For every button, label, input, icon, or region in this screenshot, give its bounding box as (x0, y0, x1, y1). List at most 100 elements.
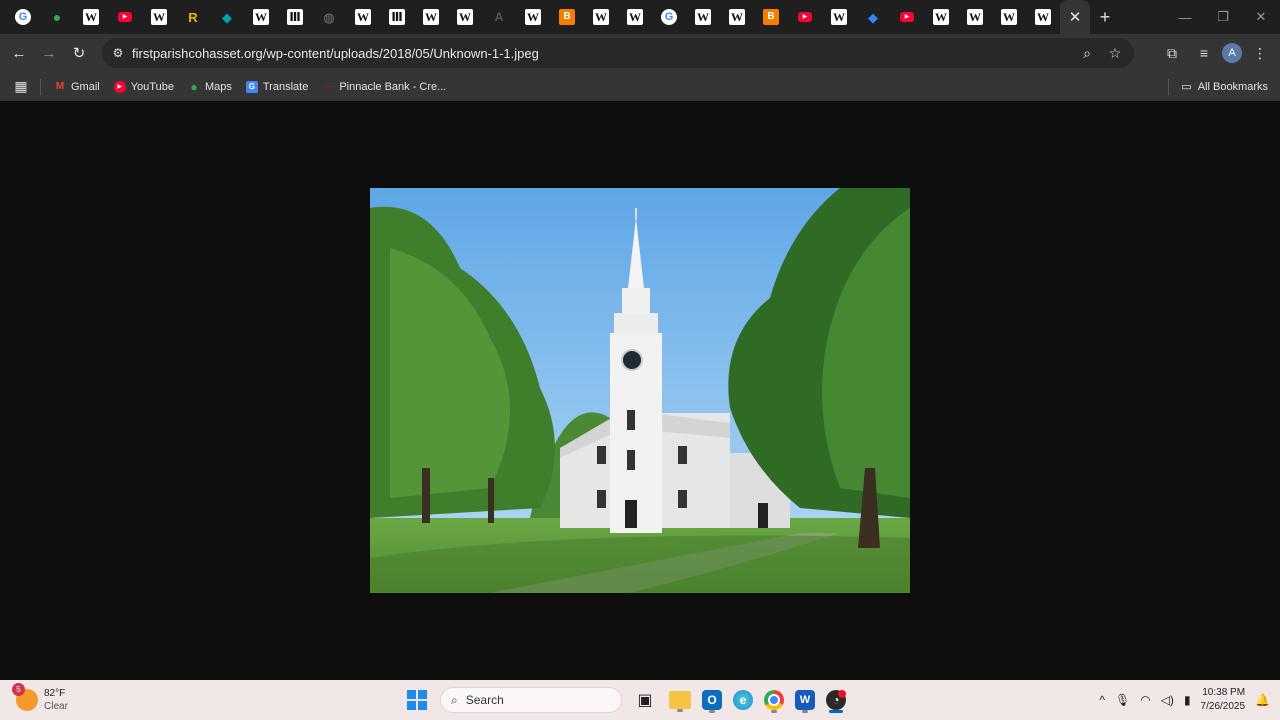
wikipedia-icon: W (729, 9, 745, 25)
tab[interactable]: G (6, 0, 40, 34)
chrome-icon[interactable] (764, 690, 784, 713)
bluesky-icon: ◆ (868, 9, 878, 25)
tab[interactable]: ◍ (312, 0, 346, 34)
bookmark-item[interactable]: G Translate (239, 75, 315, 99)
start-button[interactable] (404, 687, 430, 713)
maps-pin-icon: ● (52, 9, 62, 25)
edge-icon[interactable]: e (733, 690, 753, 710)
tab[interactable]: Ⅲ (380, 0, 414, 34)
search-label: Search (465, 693, 504, 707)
all-bookmarks-button[interactable]: ▭ All Bookmarks (1168, 72, 1268, 101)
volume-icon[interactable]: ◁) (1161, 693, 1174, 707)
weather-widget[interactable]: 5 82°F Clear (12, 683, 68, 716)
wikipedia-icon: W (831, 9, 847, 25)
zoom-icon[interactable]: ⌕ (1076, 42, 1098, 64)
tab[interactable]: R (176, 0, 210, 34)
bookmark-star-icon[interactable]: ☆ (1104, 42, 1126, 64)
tab[interactable]: ▶ (788, 0, 822, 34)
word-icon[interactable]: W (795, 690, 815, 713)
tab[interactable]: W (618, 0, 652, 34)
taskbar-search[interactable]: ⌕ Search (440, 687, 622, 713)
tab[interactable]: W (584, 0, 618, 34)
tab[interactable]: W (958, 0, 992, 34)
bookmark-item[interactable]: ● Maps (181, 75, 239, 99)
battery-icon[interactable]: ▮ (1184, 693, 1191, 707)
tab[interactable]: W (516, 0, 550, 34)
tab[interactable]: ▶ (890, 0, 924, 34)
tab[interactable]: A (482, 0, 516, 34)
tab[interactable]: G (652, 0, 686, 34)
wikipedia-icon: W (423, 9, 439, 25)
tab[interactable]: W (720, 0, 754, 34)
bookmark-item[interactable]: — Pinnacle Bank - Cre... (315, 75, 453, 99)
apps-grid-icon[interactable]: ▦ (6, 75, 36, 99)
browser-window: G ● W ▶ W R ◆ W Ⅲ ◍ W Ⅲ W W A W B W W G W W B ▶ W ◆ ▶ W W W W ✕ + — ❐ … (0, 0, 1280, 720)
tab[interactable]: ◆ (210, 0, 244, 34)
task-view-icon[interactable]: ▣ (632, 687, 658, 713)
site-info-icon[interactable]: ⚙ (106, 41, 130, 65)
clock[interactable]: 10:38 PM 7/26/2025 (1201, 686, 1246, 714)
wifi-icon[interactable]: ◠ (1140, 693, 1150, 707)
windows-logo-pane (418, 690, 427, 699)
window (597, 446, 606, 464)
new-tab-button[interactable]: + (1090, 0, 1120, 34)
window (597, 490, 606, 508)
tab[interactable]: W (74, 0, 108, 34)
youtube-icon: ▶ (798, 12, 812, 22)
tab[interactable]: B (550, 0, 584, 34)
windows-logo-pane (407, 690, 416, 699)
tab[interactable]: W (822, 0, 856, 34)
menu-icon[interactable]: ⋮ (1246, 39, 1274, 67)
window-controls: — ❐ ✕ (1166, 0, 1280, 34)
wikipedia-icon: W (457, 9, 473, 25)
microphone-icon[interactable]: 🎙 (1115, 693, 1130, 707)
bookmark-label: Translate (262, 80, 309, 93)
wikipedia-icon: W (933, 9, 949, 25)
museum-icon: Ⅲ (389, 9, 405, 25)
tab[interactable]: W (414, 0, 448, 34)
notifications-icon[interactable]: 🔔 (1255, 693, 1270, 707)
bookmark-item[interactable]: ▶ YouTube (107, 75, 181, 99)
tab[interactable]: W (244, 0, 278, 34)
tab[interactable]: W (142, 0, 176, 34)
clock-time: 10:38 PM (1202, 687, 1246, 698)
tab-search-icon[interactable]: ⧉ (1158, 39, 1186, 67)
outlook-icon[interactable]: O (702, 690, 722, 713)
back-button[interactable]: ← (4, 38, 34, 68)
tab[interactable]: W (448, 0, 482, 34)
tab[interactable]: W (1026, 0, 1060, 34)
wikipedia-icon: W (83, 9, 99, 25)
reload-button[interactable]: ↻ (64, 38, 94, 68)
tab[interactable]: W (346, 0, 380, 34)
tab[interactable]: ◆ (856, 0, 890, 34)
tab[interactable]: W (686, 0, 720, 34)
taskbar: 5 82°F Clear ⌕ Search ▣ Oe W ◔ ^ 🎙 ◠ ◁) ▮ (0, 680, 1280, 720)
minimize-button[interactable]: — (1166, 0, 1204, 34)
edge-glyph: e (739, 693, 747, 707)
close-tab-icon[interactable]: ✕ (1069, 8, 1082, 26)
tab[interactable]: ● (40, 0, 74, 34)
tab[interactable]: W (992, 0, 1026, 34)
wikipedia-icon: W (151, 9, 167, 25)
show-hidden-icons-chevron-icon[interactable]: ^ (1099, 693, 1105, 707)
image-viewer (0, 101, 1280, 680)
close-window-button[interactable]: ✕ (1242, 0, 1280, 34)
bookmark-item[interactable]: M Gmail (47, 75, 107, 99)
app-icon[interactable]: ◔ (826, 690, 846, 713)
tab[interactable]: Ⅲ (278, 0, 312, 34)
tab[interactable]: W (924, 0, 958, 34)
restore-button[interactable]: ❐ (1204, 0, 1242, 34)
active-tab[interactable]: ✕ (1060, 0, 1090, 34)
media-controls-icon[interactable]: ≡ (1190, 39, 1218, 67)
url-text[interactable]: firstparishcohasset.org/wp-content/uploa… (132, 46, 539, 61)
tree-trunk (422, 468, 430, 523)
forward-button[interactable]: → (34, 38, 64, 68)
profile-avatar[interactable]: A (1222, 43, 1242, 63)
address-bar[interactable]: ⚙ firstparishcohasset.org/wp-content/upl… (102, 38, 1134, 68)
address-bar-actions: ⌕ ☆ (1076, 38, 1126, 68)
tab[interactable]: ▶ (108, 0, 142, 34)
tab[interactable]: B (754, 0, 788, 34)
google-icon: G (661, 9, 677, 25)
file-explorer-icon[interactable] (669, 691, 691, 712)
youtube-icon: ▶ (118, 12, 132, 22)
